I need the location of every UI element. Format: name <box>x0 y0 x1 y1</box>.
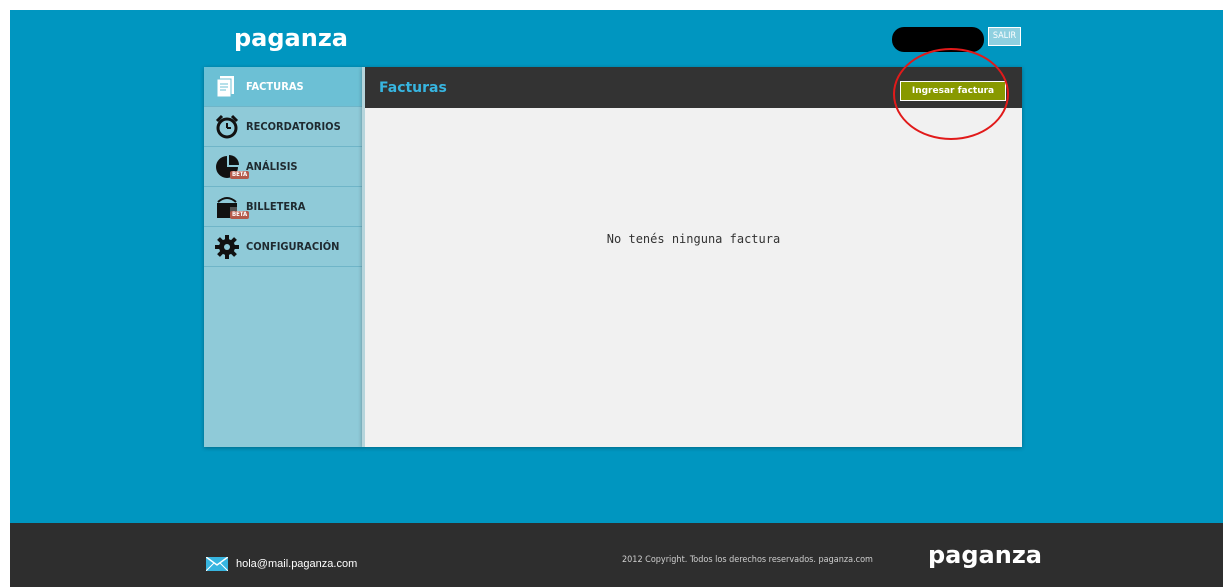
sidebar-item-label: FACTURAS <box>246 80 304 93</box>
sidebar-item-label: ANÁLISIS <box>246 160 298 173</box>
alarm-clock-icon <box>214 114 240 140</box>
sidebar-item-recordatorios[interactable]: RECORDATORIOS <box>204 107 362 147</box>
invoice-icon <box>214 74 240 100</box>
pie-chart-icon: BETA <box>214 154 250 180</box>
sidebar: FACTURAS RECORDATORIOS BETA ANÁLISIS BET… <box>204 67 362 447</box>
main-panel: Facturas Ingresar factura No tenés ningu… <box>362 67 1022 447</box>
footer-logo: paganza <box>928 541 1042 569</box>
sidebar-item-label: CONFIGURACIÓN <box>246 240 340 253</box>
empty-state-message: No tenés ninguna factura <box>606 232 781 246</box>
footer-email[interactable]: hola@mail.paganza.com <box>205 556 358 572</box>
copyright-text: 2012 Copyright. Todos los derechos reser… <box>622 555 873 565</box>
add-invoice-button[interactable]: Ingresar factura <box>900 81 1006 101</box>
wallet-icon: BETA <box>214 194 250 220</box>
user-name-redacted <box>892 27 984 52</box>
logo[interactable]: paganza <box>234 24 348 52</box>
footer-email-text: hola@mail.paganza.com <box>236 558 358 570</box>
sidebar-item-billetera[interactable]: BETA BILLETERA <box>204 187 362 227</box>
gear-icon <box>214 234 240 260</box>
sidebar-item-configuracion[interactable]: CONFIGURACIÓN <box>204 227 362 267</box>
beta-badge: BETA <box>230 170 250 179</box>
beta-badge: BETA <box>230 210 250 219</box>
sidebar-item-analisis[interactable]: BETA ANÁLISIS <box>204 147 362 187</box>
sidebar-item-label: BILLETERA <box>246 200 306 213</box>
logout-button[interactable]: SALIR <box>988 27 1021 46</box>
page-title: Facturas <box>379 79 447 96</box>
footer: hola@mail.paganza.com 2012 Copyright. To… <box>10 523 1223 587</box>
mail-icon <box>205 556 229 572</box>
sidebar-item-label: RECORDATORIOS <box>246 120 341 133</box>
sidebar-item-facturas[interactable]: FACTURAS <box>204 67 362 107</box>
